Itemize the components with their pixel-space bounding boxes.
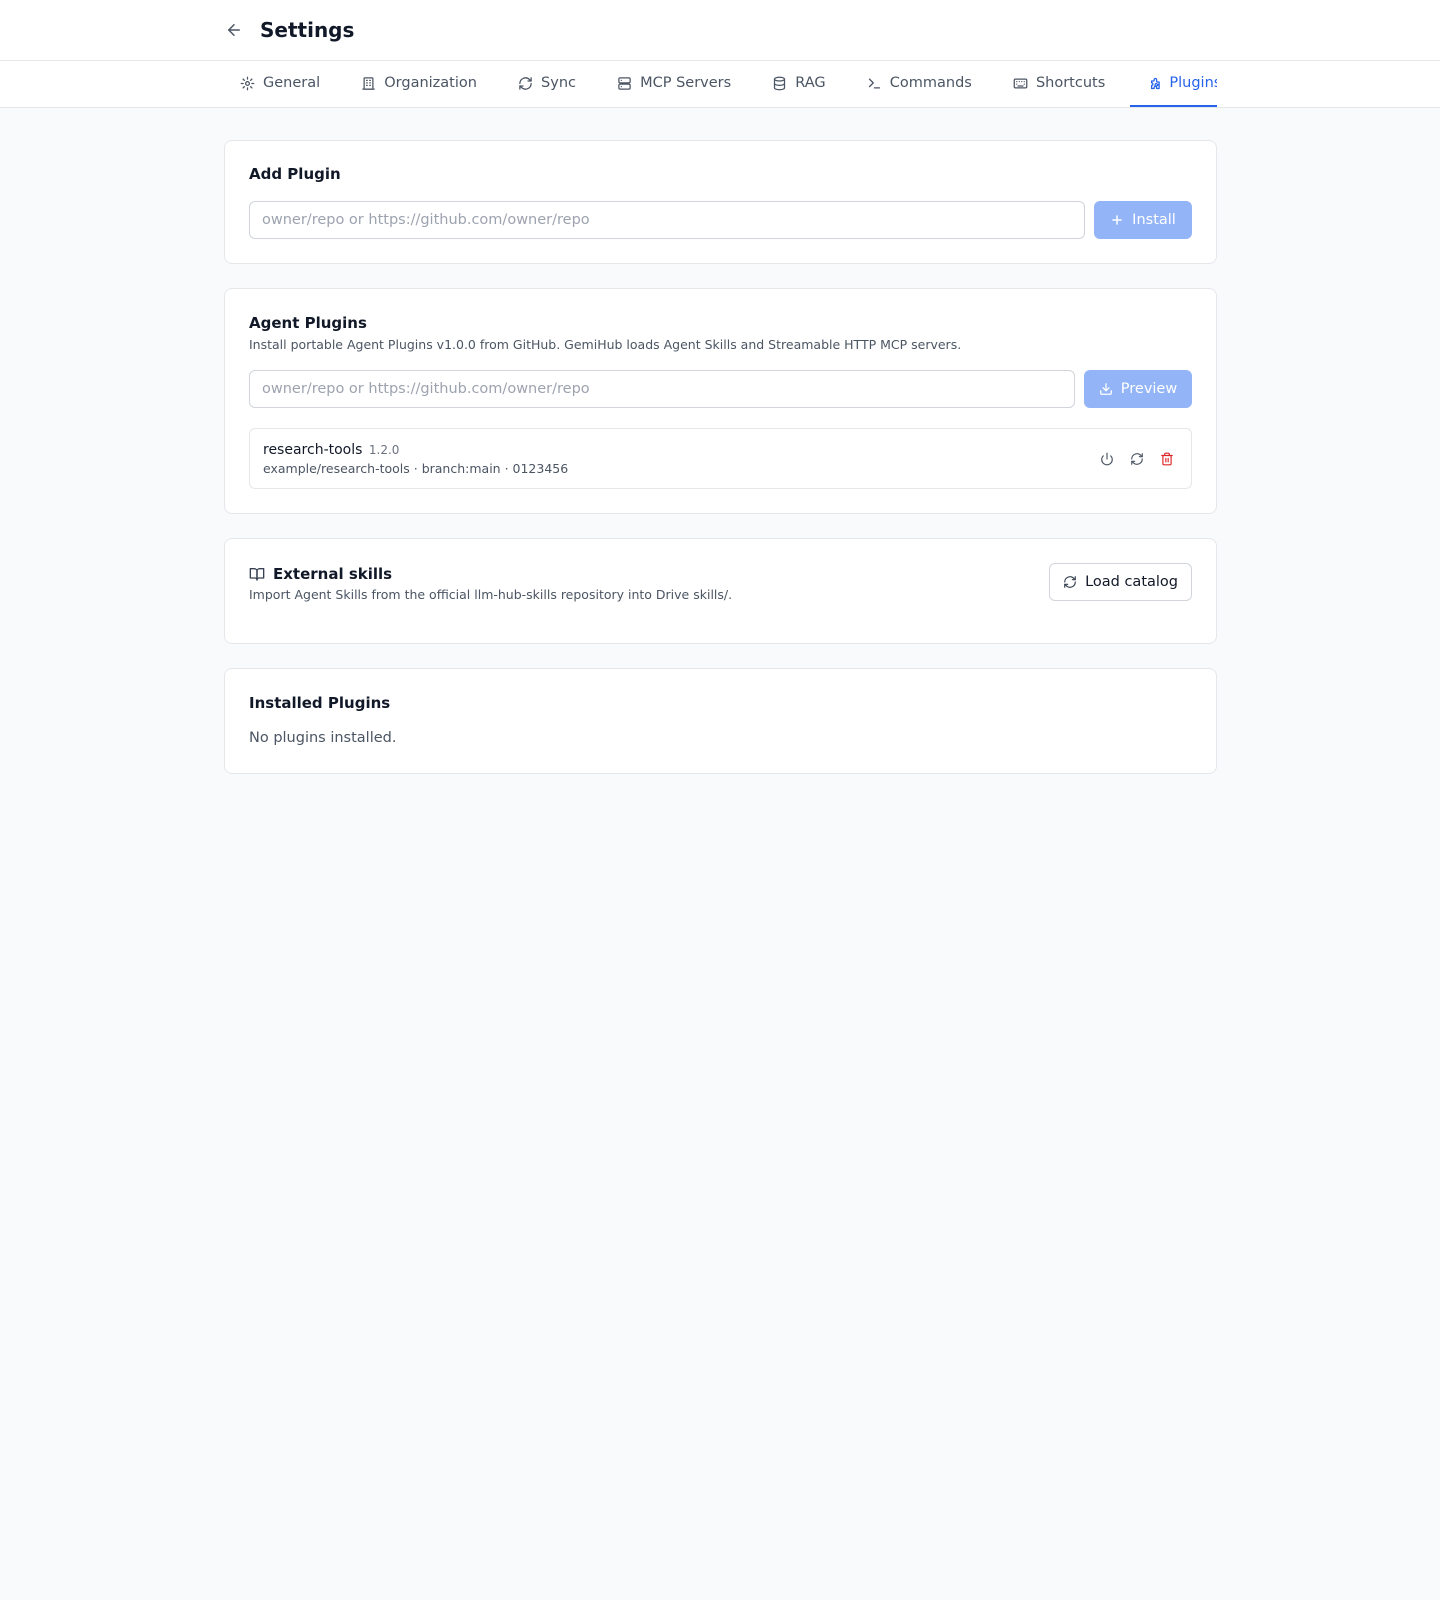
update-plugin-button[interactable]	[1127, 449, 1147, 469]
agent-plugins-title: Agent Plugins	[249, 314, 367, 332]
toggle-plugin-button[interactable]	[1097, 449, 1117, 469]
building-icon	[362, 76, 375, 90]
external-skills-title: External skills	[273, 565, 393, 583]
tab-general[interactable]: General	[224, 61, 336, 107]
tab-label: Sync	[541, 75, 576, 91]
tab-label: Commands	[889, 75, 972, 91]
preview-button[interactable]: Preview	[1084, 370, 1192, 408]
plugin-name-line: research-tools 1.2.0	[263, 442, 399, 458]
tab-sync[interactable]: Sync	[502, 61, 592, 107]
plus-icon	[1112, 215, 1122, 225]
power-icon	[1101, 452, 1113, 466]
top-header: Settings	[0, 0, 1440, 61]
tab-label: Plugins	[1169, 75, 1217, 91]
agent-plugin-row: research-tools 1.2.0 example/research-to…	[249, 428, 1192, 489]
preview-button-label: Preview	[1120, 381, 1178, 397]
trash-icon	[1161, 452, 1173, 466]
download-icon	[1099, 383, 1112, 395]
refresh-icon	[1131, 453, 1143, 465]
tab-label: Shortcuts	[1035, 75, 1106, 91]
plugin-name: research-tools	[263, 442, 363, 458]
puzzle-icon	[1151, 77, 1161, 89]
add-plugin-title: Add Plugin	[249, 165, 341, 183]
tab-organization[interactable]: Organization	[345, 61, 493, 107]
plugin-meta: example/research-tools · branch:main · 0…	[263, 461, 569, 476]
refresh-icon	[1064, 576, 1076, 588]
gear-icon	[240, 76, 255, 90]
refresh-icon	[519, 76, 532, 90]
plugin-version: 1.2.0	[368, 443, 400, 457]
installed-plugins-title: Installed Plugins	[249, 694, 391, 712]
database-icon	[774, 76, 786, 90]
load-catalog-label: Load catalog	[1085, 574, 1178, 590]
agent-plugin-repo-input[interactable]	[249, 370, 1075, 408]
installed-plugins-empty: No plugins installed.	[249, 730, 397, 746]
tabs-scroll-container: General Organization Sync MCP Servers RA…	[224, 61, 1217, 108]
book-open-icon	[249, 568, 265, 581]
tab-commands[interactable]: Commands	[851, 61, 988, 107]
back-button[interactable]	[222, 18, 246, 42]
page-title: Settings	[260, 18, 355, 42]
external-skills-card: External skills Import Agent Skills from…	[224, 538, 1217, 644]
install-button[interactable]: Install	[1094, 201, 1192, 239]
tab-rag[interactable]: RAG	[756, 61, 841, 107]
agent-plugins-description: Install portable Agent Plugins v1.0.0 fr…	[249, 337, 962, 352]
settings-tabbar: General Organization Sync MCP Servers RA…	[0, 61, 1440, 108]
external-skills-heading: External skills	[249, 565, 392, 583]
tab-plugins[interactable]: Plugins	[1130, 61, 1217, 107]
terminal-icon	[868, 78, 880, 88]
server-icon	[618, 76, 631, 90]
tab-label: RAG	[795, 75, 826, 91]
load-catalog-button[interactable]: Load catalog	[1049, 563, 1192, 601]
add-plugin-card: Add Plugin Install	[224, 140, 1217, 264]
delete-plugin-button[interactable]	[1157, 449, 1177, 469]
tab-label: MCP Servers	[640, 75, 732, 91]
tab-label: General	[263, 75, 321, 91]
installed-plugins-card: Installed Plugins No plugins installed.	[224, 668, 1217, 774]
keyboard-icon	[1013, 78, 1028, 88]
agent-plugins-card: Agent Plugins Install portable Agent Plu…	[224, 288, 1217, 514]
tab-label: Organization	[384, 75, 477, 91]
arrow-left-icon	[228, 24, 240, 36]
plugin-repo-input[interactable]	[249, 201, 1085, 239]
tab-mcp-servers[interactable]: MCP Servers	[601, 61, 747, 107]
install-button-label: Install	[1132, 212, 1176, 228]
tab-shortcuts[interactable]: Shortcuts	[997, 61, 1121, 107]
external-skills-description: Import Agent Skills from the official ll…	[249, 587, 733, 602]
